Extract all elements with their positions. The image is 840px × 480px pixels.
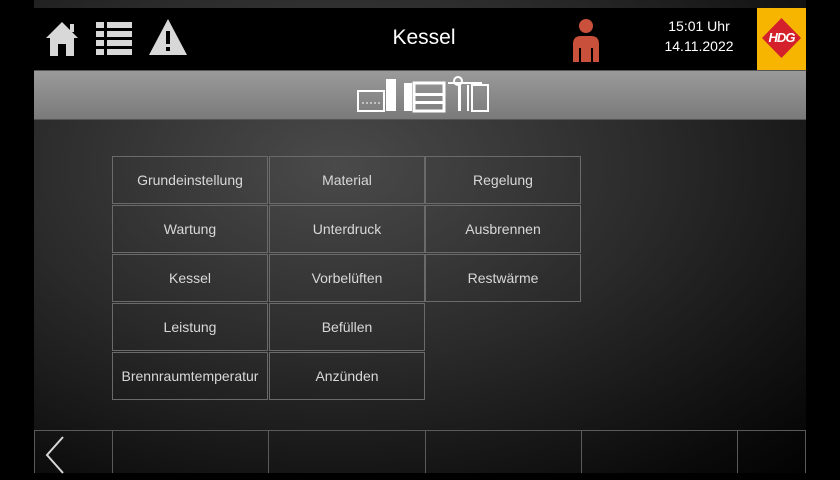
- frame-right: [806, 0, 840, 473]
- clock: 15:01 Uhr 14.11.2022: [654, 16, 744, 56]
- menu-item-unterdruck[interactable]: Unterdruck: [269, 205, 425, 253]
- chevron-left-icon: [43, 435, 67, 480]
- nav-slot-1[interactable]: [112, 430, 268, 473]
- menu-item-ausbrennen[interactable]: Ausbrennen: [425, 205, 581, 253]
- menu-item-kessel[interactable]: Kessel: [112, 254, 268, 302]
- user-icon[interactable]: [571, 18, 601, 67]
- home-icon[interactable]: [44, 20, 80, 61]
- menu-item-leistung[interactable]: Leistung: [112, 303, 268, 351]
- logo-text: HDG: [768, 30, 796, 45]
- warning-icon[interactable]: [148, 18, 188, 61]
- menu-item-grundeinstellung[interactable]: Grundeinstellung: [112, 156, 268, 204]
- menu-item-befuellen[interactable]: Befüllen: [269, 303, 425, 351]
- menu-item-material[interactable]: Material: [269, 156, 425, 204]
- menu-item-wartung[interactable]: Wartung: [112, 205, 268, 253]
- page-title: Kessel: [392, 26, 456, 49]
- menu-item-anzuenden[interactable]: Anzünden: [269, 352, 425, 400]
- date-text: 14.11.2022: [664, 38, 734, 54]
- nav-slot-5[interactable]: [737, 430, 806, 473]
- menu-item-regelung[interactable]: Regelung: [425, 156, 581, 204]
- menu-item-brennraumtemperatur[interactable]: Brennraumtemperatur: [112, 352, 268, 400]
- list-icon[interactable]: [96, 22, 132, 61]
- menu-item-restwaerme[interactable]: Restwärme: [425, 254, 581, 302]
- back-button[interactable]: [34, 430, 112, 474]
- boiler-icon[interactable]: [354, 75, 504, 120]
- nav-slot-4[interactable]: [581, 430, 737, 473]
- time-text: 15:01 Uhr: [668, 18, 730, 34]
- header: Kessel 15:01 Uhr 14.11.2022 HDG: [34, 8, 806, 70]
- bottom-nav: [34, 430, 806, 474]
- nav-slot-2[interactable]: [268, 430, 425, 473]
- sub-toolbar: [34, 70, 806, 120]
- hdg-logo: HDG: [757, 8, 806, 70]
- nav-slot-3[interactable]: [425, 430, 581, 473]
- frame-left: [0, 0, 34, 473]
- menu-item-vorbelueften[interactable]: Vorbelüften: [269, 254, 425, 302]
